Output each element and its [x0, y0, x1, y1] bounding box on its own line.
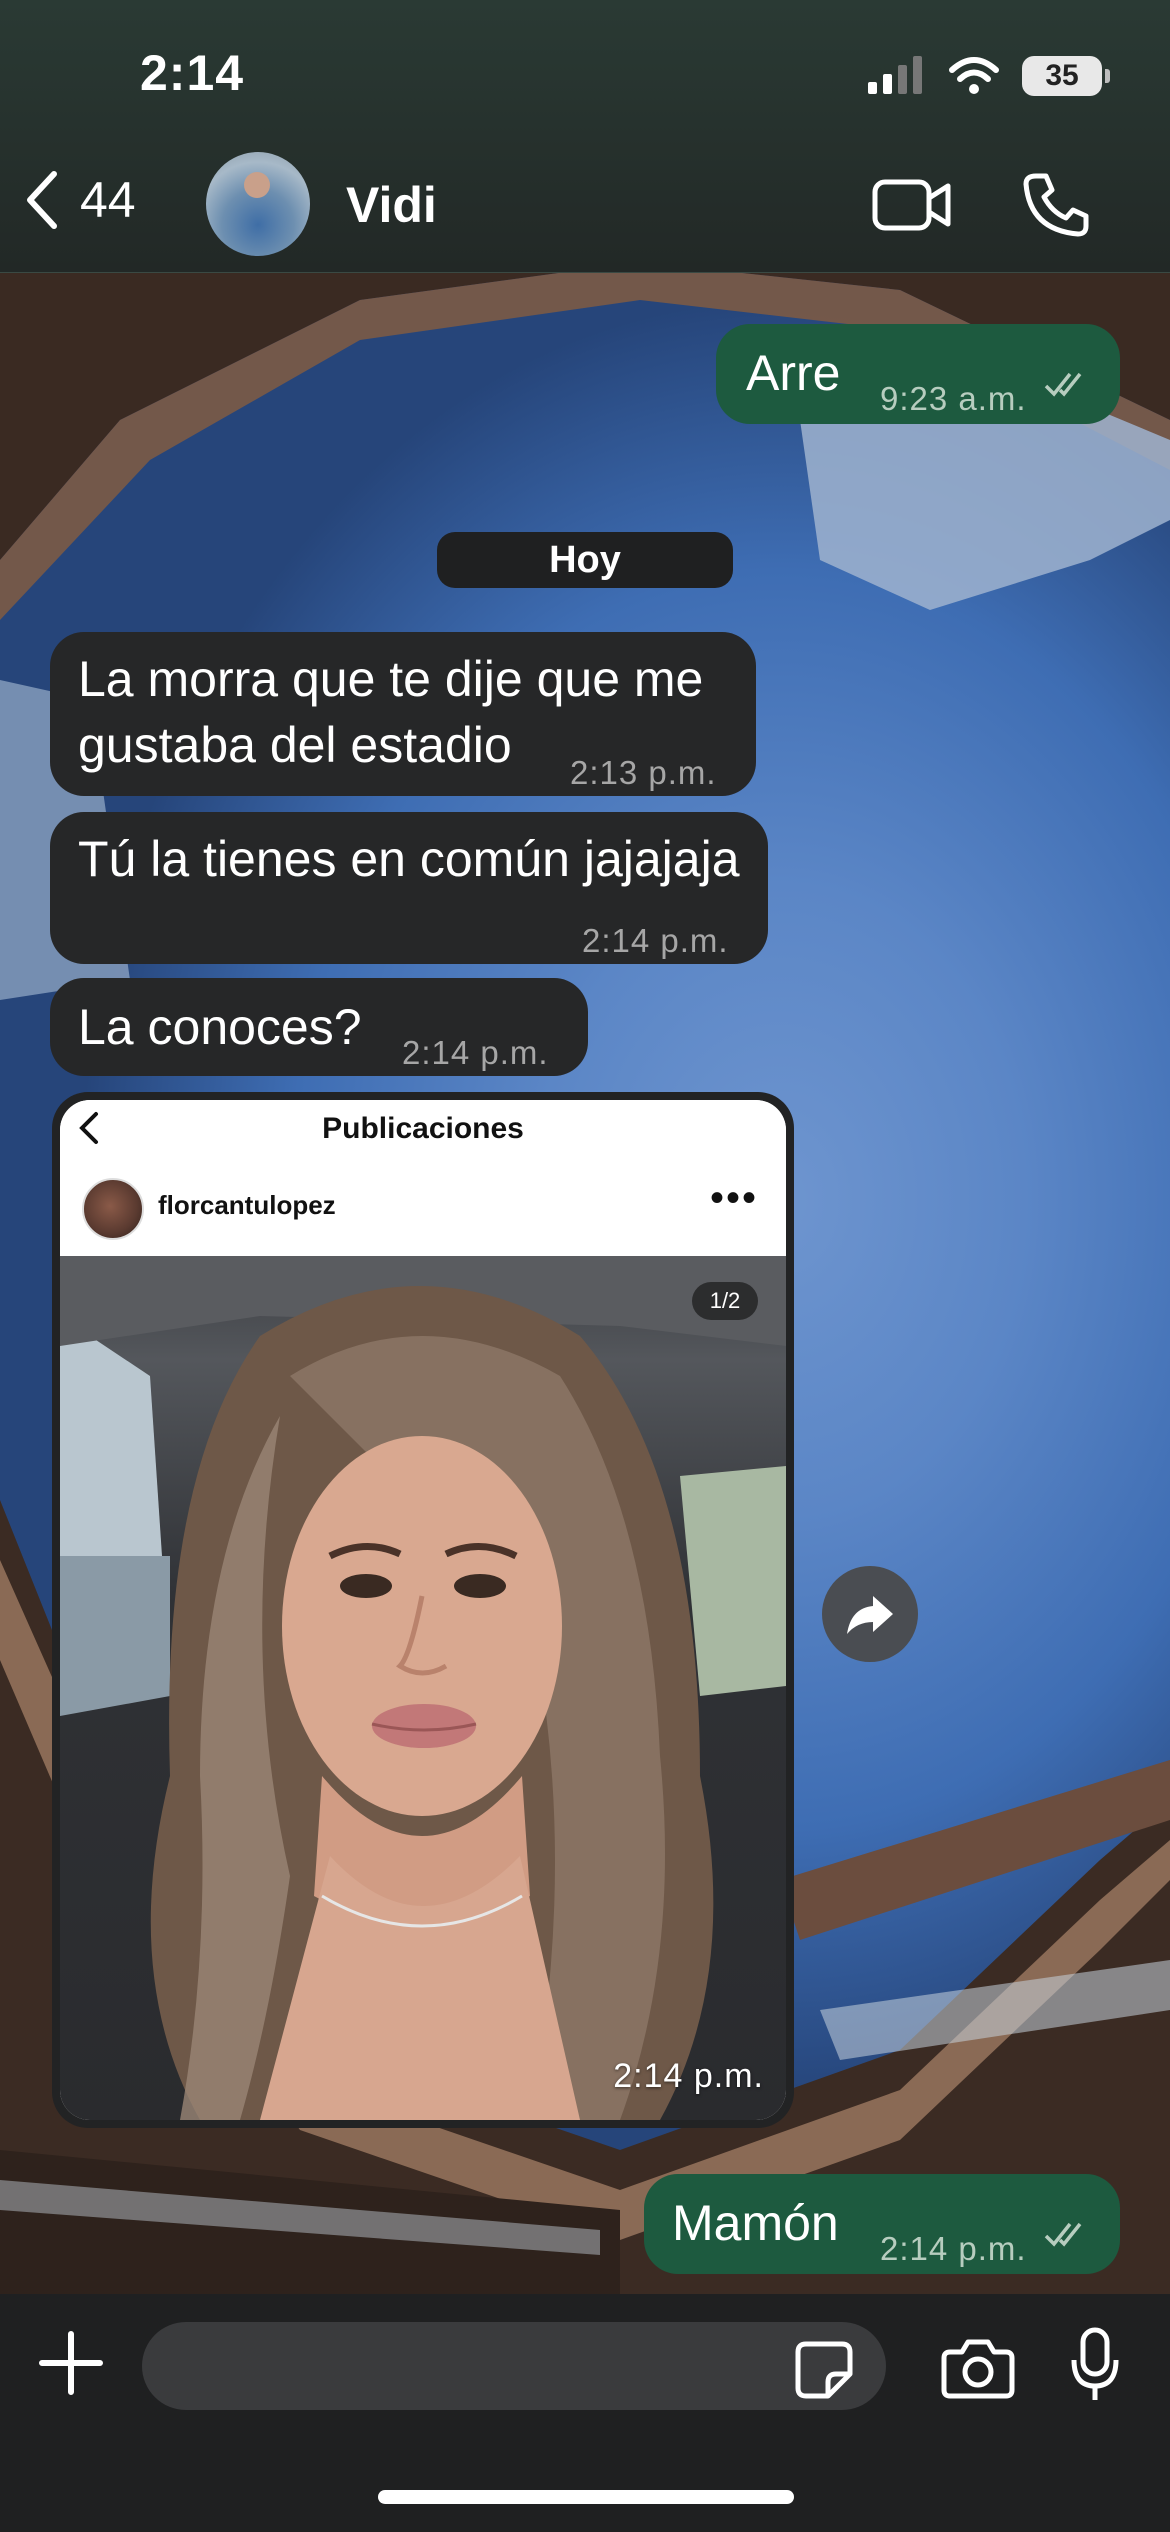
message-outgoing[interactable]: Arre 9:23 a.m.: [716, 324, 1120, 424]
message-time: 2:14 p.m.: [402, 1034, 549, 1071]
contact-avatar[interactable]: [206, 152, 310, 256]
message-text: La conoces?: [78, 999, 362, 1055]
post-author-row: florcantulopez •••: [60, 1158, 786, 1256]
status-time: 2:14: [140, 45, 245, 101]
chevron-left-icon: [27, 171, 57, 229]
post-screen-header: Publicaciones: [60, 1100, 786, 1159]
wifi-icon: [949, 57, 999, 94]
video-call-button[interactable]: [872, 176, 952, 241]
message-input[interactable]: [142, 2322, 886, 2410]
microphone-icon: [1071, 2327, 1119, 2400]
battery-icon: 35: [1022, 56, 1110, 96]
cellular-signal-icon: [868, 56, 922, 94]
carousel-counter: 1/2: [692, 1282, 758, 1320]
message-time: 2:14 p.m.: [880, 2230, 1027, 2267]
camera-button[interactable]: [940, 2334, 1016, 2405]
status-icons: 35: [868, 54, 1110, 98]
post-screen-title: Publicaciones: [322, 1112, 524, 1145]
message-time: 2:13 p.m.: [570, 754, 717, 791]
post-author-username: florcantulopez: [158, 1190, 336, 1220]
date-separator: Hoy: [437, 532, 733, 588]
video-camera-icon: [872, 179, 951, 231]
microphone-button[interactable]: [1070, 2326, 1120, 2411]
message-text: Tú la tienes en común jajajaja: [78, 831, 740, 887]
post-author-avatar: [82, 1178, 144, 1240]
message-time: 2:14 p.m.: [582, 922, 729, 959]
sticker-button[interactable]: [794, 2340, 854, 2405]
message-time: 9:23 a.m.: [880, 380, 1027, 417]
forward-arrow-icon: [847, 1596, 893, 1634]
plus-icon: [39, 2331, 103, 2395]
message-incoming[interactable]: La conoces? 2:14 p.m.: [50, 978, 588, 1076]
message-incoming[interactable]: Tú la tienes en común jajajaja 2:14 p.m.: [50, 812, 768, 964]
back-button[interactable]: 44: [22, 170, 136, 230]
read-receipt-icon: [1044, 372, 1082, 397]
camera-icon: [941, 2339, 1015, 2399]
home-indicator[interactable]: [378, 2490, 794, 2504]
more-options-icon: •••: [709, 1176, 758, 1220]
phone-icon: [1023, 173, 1089, 237]
message-text: Mamón: [672, 2195, 839, 2251]
sticker-icon: [795, 2341, 853, 2399]
message-incoming[interactable]: La morra que te dije que me gustaba del …: [50, 632, 756, 796]
shared-post-message[interactable]: Publicaciones florcantulopez ••• 1/2 2:1…: [52, 1092, 794, 2128]
message-text: Arre: [746, 345, 841, 401]
post-photo: 1/2 2:14 p.m.: [60, 1256, 786, 2120]
unread-count: 44: [80, 172, 136, 228]
chat-header: 2:14 35 44 Vidi: [0, 0, 1170, 273]
voice-call-button[interactable]: [1022, 170, 1090, 243]
message-time: 2:14 p.m.: [613, 2057, 764, 2095]
selfie-photo: [60, 1256, 786, 2120]
message-outgoing[interactable]: Mamón 2:14 p.m.: [644, 2174, 1120, 2274]
attach-button[interactable]: [38, 2330, 104, 2401]
read-receipt-icon: [1044, 2222, 1082, 2247]
forward-button[interactable]: [822, 1566, 918, 1662]
contact-name[interactable]: Vidi: [346, 176, 437, 234]
shared-post-screenshot[interactable]: Publicaciones florcantulopez ••• 1/2 2:1…: [60, 1100, 786, 2120]
